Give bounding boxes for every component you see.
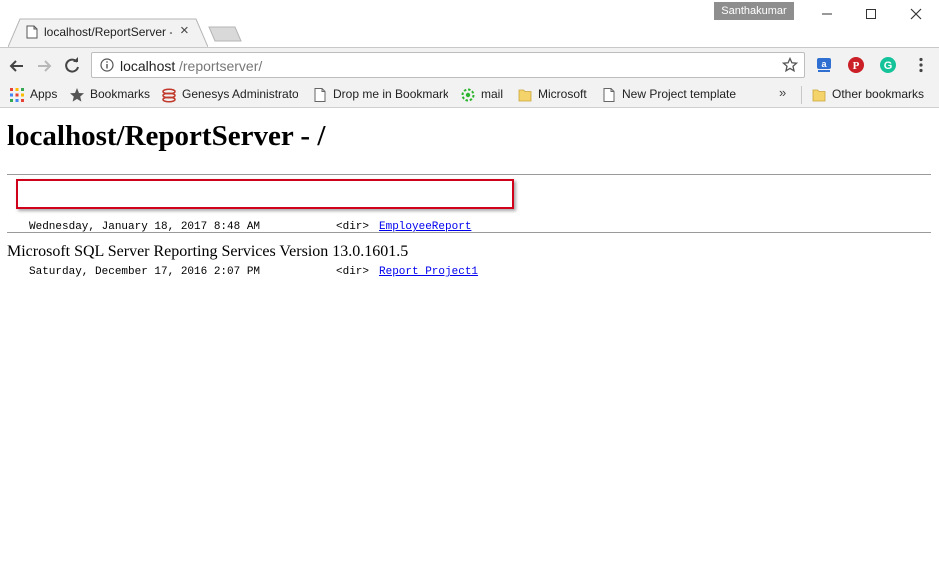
new-tab-button[interactable]: [208, 26, 242, 42]
title-bar: localhost/ReportServer - / × Santhakumar: [0, 0, 939, 47]
extension-a-icon[interactable]: a: [815, 56, 833, 74]
bookmark-microsoft[interactable]: Microsoft: [517, 86, 593, 104]
bookmark-apps[interactable]: Apps: [9, 86, 61, 104]
page-icon: [26, 25, 38, 39]
page-title: localhost/ReportServer - /: [7, 120, 326, 152]
bookmarks-divider: [801, 86, 802, 104]
tab-active[interactable]: localhost/ReportServer - / ×: [8, 18, 208, 47]
bookmark-drop-me[interactable]: Drop me in Bookmark: [312, 86, 448, 104]
minimize-button[interactable]: [804, 4, 850, 24]
page-content: localhost/ReportServer - / Wednesday, Ja…: [0, 108, 939, 585]
bookmark-star-icon[interactable]: [782, 57, 798, 73]
bookmark-label: Bookmarks: [90, 87, 151, 101]
profile-button[interactable]: Santhakumar: [714, 2, 794, 20]
url-host: localhost: [120, 58, 176, 74]
folder-icon: [518, 89, 532, 102]
tab-close-button[interactable]: ×: [180, 23, 189, 39]
divider-bottom: [7, 232, 931, 233]
bookmarks-overflow-chevron[interactable]: »: [779, 85, 786, 100]
page-icon: [603, 88, 615, 102]
menu-dots-icon[interactable]: [912, 56, 930, 74]
star-icon: [70, 88, 84, 102]
svg-text:P: P: [853, 60, 860, 72]
address-bar[interactable]: localhost /reportserver/: [91, 52, 805, 78]
svg-text:G: G: [884, 60, 893, 72]
folder-icon: [812, 89, 826, 102]
back-arrow-icon[interactable]: [7, 56, 27, 76]
server-version-text: Microsoft SQL Server Reporting Services …: [7, 243, 409, 260]
maximize-icon: [866, 9, 876, 19]
bookmark-label: Drop me in Bookmark: [333, 87, 448, 101]
bookmark-new-project-template[interactable]: New Project template: [601, 86, 741, 104]
browser-toolbar: localhost /reportserver/ a P G: [0, 47, 939, 84]
bookmark-bookmarks[interactable]: Bookmarks: [69, 86, 153, 104]
bookmark-mail[interactable]: mail: [460, 86, 508, 104]
entry-date: Saturday, December 17, 2016 2:07 PM: [29, 266, 261, 278]
close-window-button[interactable]: [893, 4, 939, 24]
mail-icon: [461, 88, 475, 102]
bookmark-label: Apps: [30, 87, 58, 101]
entry-type: <dir>: [336, 266, 370, 278]
bookmark-label: New Project template: [622, 87, 737, 101]
entry-link[interactable]: Report Project1: [379, 265, 478, 280]
close-icon: [910, 8, 922, 20]
bookmark-label: Microsoft: [538, 87, 587, 101]
bookmarks-bar: Apps Bookmarks Genesys Administrato Drop…: [0, 83, 939, 108]
minimize-icon: [822, 13, 832, 15]
grammarly-icon[interactable]: G: [879, 56, 897, 74]
page-icon: [314, 88, 326, 102]
pinterest-icon[interactable]: P: [847, 56, 865, 74]
list-item: Saturday, December 17, 2016 2:07 PM <dir…: [29, 265, 478, 280]
url-path: /reportserver/: [179, 58, 263, 74]
tab-title: localhost/ReportServer - /: [44, 25, 172, 39]
bookmark-other[interactable]: Other bookmarks: [811, 86, 931, 104]
reload-icon[interactable]: [62, 56, 82, 76]
maximize-button[interactable]: [848, 4, 894, 24]
forward-arrow-icon[interactable]: [34, 56, 54, 76]
highlight-annotation-box: [16, 179, 514, 209]
bookmark-label: Other bookmarks: [832, 87, 925, 101]
info-icon[interactable]: [100, 58, 114, 72]
apps-grid-icon: [10, 88, 24, 102]
bookmark-label: mail: [481, 87, 504, 101]
bookmark-label: Genesys Administrato: [182, 87, 298, 101]
genesys-icon: [162, 88, 176, 103]
divider-top: [7, 174, 931, 175]
bookmark-genesys[interactable]: Genesys Administrato: [161, 86, 300, 104]
